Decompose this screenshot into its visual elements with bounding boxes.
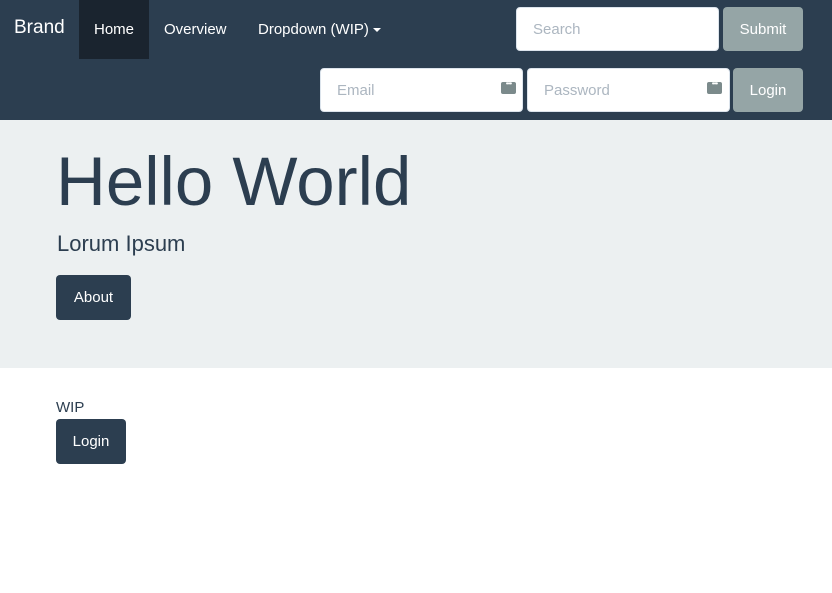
password-field[interactable] [527,68,730,112]
email-field[interactable] [320,68,523,112]
nav-item-label: Home [94,21,135,38]
nav-dropdown-wip[interactable]: Dropdown (WIP) [243,0,396,59]
about-button[interactable]: About [56,275,131,320]
navbar: Brand Home Overview Dropdown (WIP) Submi… [0,0,832,120]
navbar-login-button[interactable]: Login [733,68,803,112]
nav-item-overview[interactable]: Overview [149,0,242,59]
brand-link[interactable]: Brand [14,17,65,39]
nav-item-label: Overview [164,21,227,38]
password-key-icon[interactable] [501,79,516,94]
nav-item-label: Dropdown (WIP) [258,21,369,38]
nav-item-home[interactable]: Home [79,0,149,59]
wip-text: WIP [56,399,85,416]
submit-button[interactable]: Submit [723,7,803,51]
login-button[interactable]: Login [56,419,126,464]
password-key-icon[interactable] [707,79,722,94]
caret-down-icon [372,28,381,33]
page-subtitle: Lorum Ipsum [57,231,186,256]
jumbotron: Hello World Lorum Ipsum About [0,120,832,368]
search-input[interactable] [516,7,719,51]
page-title: Hello World [56,143,412,220]
